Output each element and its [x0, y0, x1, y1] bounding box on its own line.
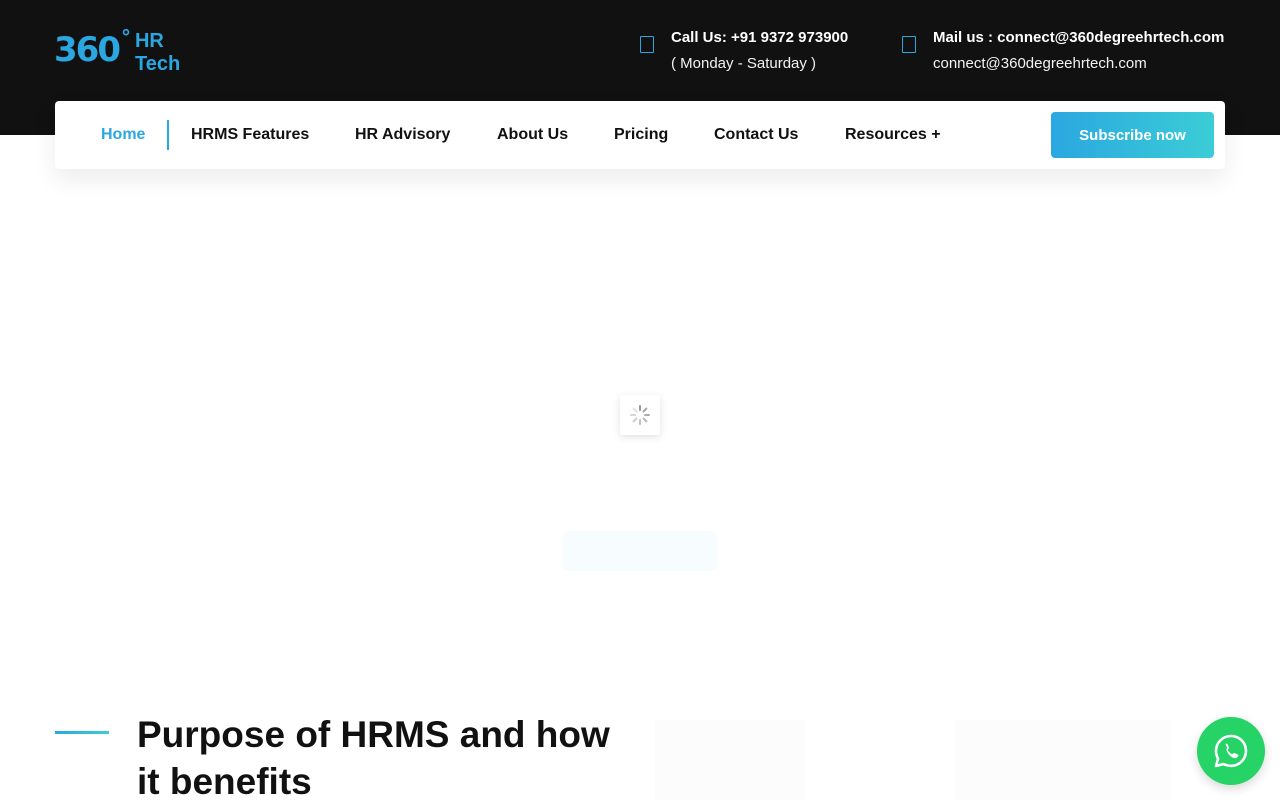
- spinner-icon: [630, 405, 650, 425]
- nav-pricing[interactable]: Pricing: [614, 125, 668, 145]
- loading-spinner: [620, 395, 660, 435]
- nav-hr-advisory[interactable]: HR Advisory: [355, 125, 450, 145]
- hero-button-placeholder: [563, 531, 717, 571]
- logo-mark: 360 °: [54, 27, 131, 70]
- whatsapp-button[interactable]: [1197, 717, 1265, 785]
- section-accent-line: [55, 731, 109, 734]
- phone-icon: [640, 36, 654, 53]
- phone-hours: ( Monday - Saturday ): [671, 55, 817, 72]
- nav-active-divider: [167, 120, 169, 150]
- logo[interactable]: 360 ° HR Tech: [54, 27, 214, 75]
- section-title: Purpose of HRMS and how it benefits: [137, 714, 610, 802]
- main-nav: Home HRMS Features HR Advisory About Us …: [55, 101, 1225, 169]
- feature-image-left: [655, 720, 805, 800]
- nav-contact-us[interactable]: Contact Us: [714, 125, 798, 145]
- nav-hrms-features[interactable]: HRMS Features: [191, 125, 309, 145]
- nav-resources[interactable]: Resources +: [845, 125, 941, 145]
- logo-degree: °: [120, 25, 131, 49]
- feature-image-right: [955, 720, 1170, 800]
- nav-home[interactable]: Home: [101, 125, 145, 145]
- phone-line[interactable]: Call Us: +91 9372 973900: [671, 28, 848, 48]
- subscribe-button[interactable]: Subscribe now: [1051, 112, 1214, 158]
- whatsapp-icon: [1214, 734, 1248, 768]
- contact-mail: Mail us : connect@360degreehrtech.com co…: [902, 28, 1224, 74]
- nav-about-us[interactable]: About Us: [497, 125, 568, 145]
- mail-address[interactable]: connect@360degreehrtech.com: [933, 54, 1224, 74]
- logo-text: HR Tech: [134, 30, 181, 75]
- mail-icon: [902, 36, 916, 53]
- contact-phone: Call Us: +91 9372 973900 ( Monday - Satu…: [640, 28, 848, 74]
- mail-line[interactable]: Mail us : connect@360degreehrtech.com: [933, 28, 1224, 48]
- logo-number: 360: [54, 30, 121, 70]
